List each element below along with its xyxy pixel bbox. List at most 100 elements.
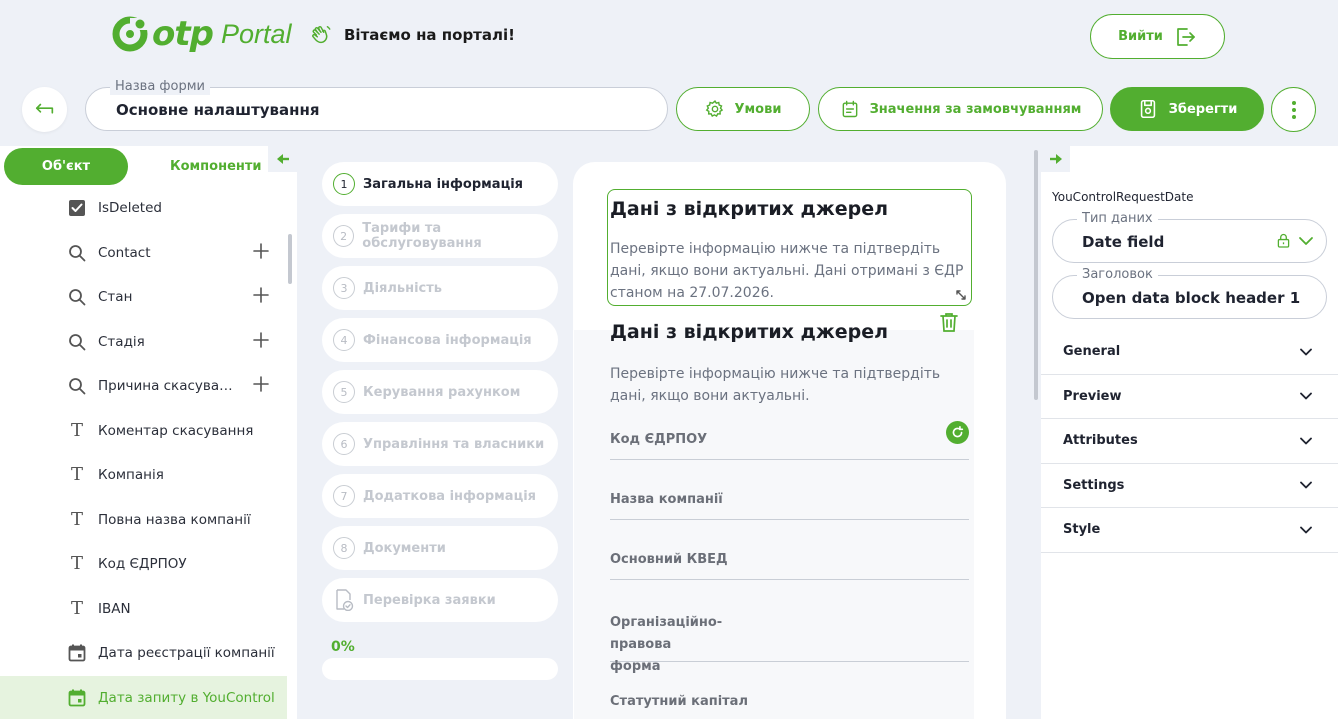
step-item[interactable]: 5 Керування рахунком (322, 370, 558, 414)
back-arrow-icon (35, 103, 53, 114)
field-company-name[interactable]: Назва компанії (610, 492, 969, 520)
object-field-list: IsDeleted Contact Стан Стадія Причина скасув… (0, 186, 287, 719)
left-list-item[interactable]: Дата запиту в YouControl (0, 675, 287, 719)
left-item-label: Стан (98, 289, 133, 306)
header-field[interactable]: Заголовок Open data block header 1 (1052, 267, 1327, 319)
logo-brand-text: otp (152, 14, 214, 54)
calendar-list-icon (842, 100, 857, 118)
left-list-item[interactable]: T Повна назва компанії (0, 498, 287, 543)
section-preview[interactable]: Preview (1041, 375, 1338, 419)
collapse-right-panel-button[interactable] (1041, 146, 1070, 172)
step-item[interactable]: 7 Додаткова інформація (322, 474, 558, 518)
checkbox-icon (67, 198, 87, 218)
default-values-label: Значення за замовчуванням (869, 101, 1082, 117)
conditions-label: Умови (734, 101, 782, 117)
chevron-down-icon (1300, 392, 1312, 400)
step-label: Керування рахунком (363, 384, 521, 400)
tab-object[interactable]: Об'єкт (4, 148, 128, 185)
field-main-kved[interactable]: Основний КВЕД (610, 552, 969, 580)
arrow-right-icon (1049, 154, 1062, 164)
refresh-button[interactable] (946, 421, 969, 444)
left-item-label: Причина скасува… (98, 378, 233, 395)
progress-percentage: 0% (331, 639, 355, 655)
default-values-button[interactable]: Значення за замовчуванням (818, 87, 1103, 131)
left-list-item[interactable]: IsDeleted (0, 186, 287, 231)
text-icon: T (70, 508, 83, 530)
data-type-field[interactable]: Тип даних Date field (1052, 211, 1327, 263)
field-legal-form[interactable]: Організаційно-правова форма (610, 612, 969, 674)
step-item[interactable]: 3 Діяльність (322, 266, 558, 310)
welcome-message: Вітаємо на порталі! (310, 24, 515, 46)
left-item-label: Дата реєстрації компанії (98, 645, 275, 662)
section-style[interactable]: Style (1041, 508, 1338, 553)
waving-hand-icon (312, 26, 331, 44)
plus-icon[interactable] (253, 242, 269, 263)
step-item[interactable]: Перевірка заявки (322, 578, 558, 622)
welcome-text: Вітаємо на порталі! (344, 26, 515, 44)
step-item[interactable]: 4 Фінансова інформація (322, 318, 558, 362)
left-list-item[interactable]: T Код ЄДРПОУ (0, 542, 287, 587)
tab-components[interactable]: Компоненти (170, 159, 262, 174)
search-icon (67, 332, 87, 352)
left-list-item[interactable]: Причина скасува… (0, 364, 287, 409)
back-button[interactable] (22, 87, 67, 132)
section-attributes[interactable]: Attributes (1041, 419, 1338, 464)
step-item[interactable]: 6 Управління та власники (322, 422, 558, 466)
left-item-label: Дата запиту в YouControl (98, 689, 275, 706)
more-vertical-icon (1291, 100, 1296, 119)
step-number: 5 (333, 381, 355, 403)
left-list-item[interactable]: T IBAN (0, 587, 287, 632)
collapse-left-panel-button[interactable] (268, 146, 297, 172)
conditions-button[interactable]: Умови (676, 87, 810, 131)
section-settings[interactable]: Settings (1041, 464, 1338, 508)
data-type-value: Date field (1082, 233, 1165, 251)
step-item[interactable]: 1 Загальна інформація (322, 162, 558, 206)
gear-icon (705, 100, 723, 118)
field-label: Організаційно-правова форма (610, 615, 723, 674)
left-panel-scrollbar[interactable] (288, 234, 292, 284)
progress-bar (322, 658, 558, 680)
left-item-label: IsDeleted (98, 200, 162, 217)
save-button[interactable]: Зберегти (1110, 87, 1264, 131)
form-name-field[interactable]: Назва форми Основне налаштування (85, 79, 668, 131)
resize-icon[interactable] (955, 289, 967, 301)
step-item[interactable]: 2 Тарифи та обслуговування (322, 214, 558, 258)
plus-icon[interactable] (253, 287, 269, 307)
search-icon (67, 287, 87, 307)
logout-button[interactable]: Вийти (1090, 14, 1225, 59)
plus-icon[interactable] (253, 376, 269, 396)
delete-icon[interactable] (937, 310, 961, 334)
left-list-item[interactable]: Стан (0, 275, 287, 320)
step-item[interactable]: 8 Документи (322, 526, 558, 570)
section-general[interactable]: General (1041, 330, 1338, 375)
calendar-icon (67, 688, 87, 708)
canvas-scrollbar[interactable] (1034, 150, 1038, 400)
form-name-value: Основне налаштування (116, 101, 320, 119)
left-list-item[interactable]: Contact (0, 231, 287, 276)
chevron-down-icon (1300, 526, 1312, 534)
section-label: Attributes (1063, 433, 1138, 449)
text-icon: T (70, 419, 83, 441)
section-label: Style (1063, 522, 1101, 538)
more-options-button[interactable] (1271, 87, 1316, 132)
search-icon (67, 243, 87, 263)
left-list-item[interactable]: Стадія (0, 320, 287, 365)
open-data-block-title-2: Дані з відкритих джерел (610, 321, 889, 343)
field-charter-capital[interactable]: Статутний капітал (610, 694, 969, 719)
chevron-down-icon (1299, 236, 1313, 245)
open-data-block-description-2: Перевірте інформацію нижче та підтвердіт… (610, 366, 941, 404)
step-label: Перевірка заявки (363, 592, 496, 608)
plus-icon[interactable] (253, 331, 269, 352)
left-item-label: Компанія (98, 467, 164, 484)
left-list-item[interactable]: T Компанія (0, 453, 287, 498)
step-number: 3 (333, 277, 355, 299)
step-label: Загальна інформація (363, 176, 524, 192)
left-list-item[interactable]: Дата реєстрації компанії (0, 631, 287, 676)
selected-open-data-block[interactable]: Дані з відкритих джерел Перевірте інформ… (607, 189, 972, 306)
step-label: Діяльність (363, 280, 443, 296)
arrow-left-icon (276, 154, 289, 164)
left-list-item[interactable]: T Коментар скасування (0, 409, 287, 454)
field-edrpou[interactable]: Код ЄДРПОУ (610, 432, 969, 460)
step-number: 8 (333, 537, 355, 559)
field-label: Код ЄДРПОУ (610, 432, 708, 447)
